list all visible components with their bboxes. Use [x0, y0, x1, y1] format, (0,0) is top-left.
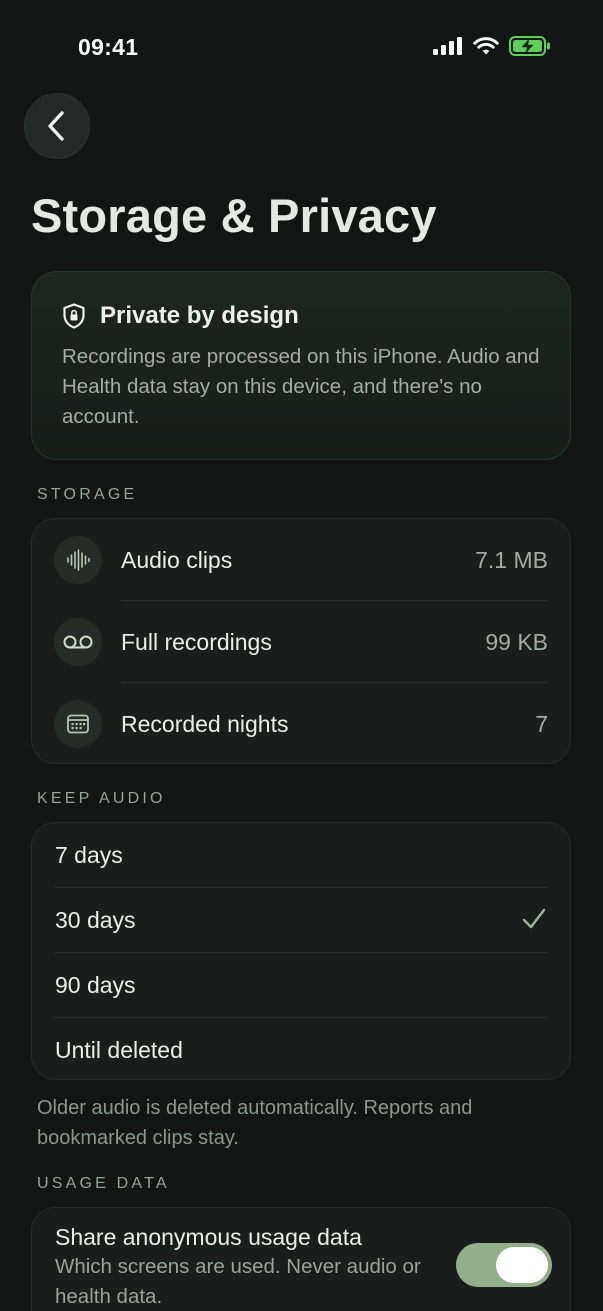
usage-data-card: Share anonymous usage data Which screens…: [31, 1207, 571, 1311]
row-icon-container: [54, 700, 102, 748]
usage-data-description: Which screens are used. Never audio or h…: [55, 1255, 421, 1308]
row-label: Audio clips: [121, 546, 233, 573]
usage-data-toggle[interactable]: [456, 1243, 552, 1287]
option-label: 7 days: [55, 842, 123, 868]
storage-row-full-recordings: Full recordings 99 KB: [32, 601, 570, 683]
row-icon-container: [54, 536, 102, 584]
row-value: 99 KB: [485, 628, 548, 655]
row-icon-container: [54, 618, 102, 666]
option-label: 90 days: [55, 972, 136, 998]
keep-audio-option-until-deleted[interactable]: Until deleted: [32, 1018, 570, 1079]
privacy-info-card: Private by design Recordings are process…: [31, 271, 571, 460]
privacy-card-header: Private by design: [62, 302, 542, 330]
keep-audio-option-30-days[interactable]: 30 days: [32, 888, 570, 953]
usage-data-title: Share anonymous usage data: [55, 1224, 362, 1250]
storage-row-recorded-nights: Recorded nights 7: [32, 683, 570, 763]
row-value: 7: [535, 710, 548, 737]
option-label: Until deleted: [55, 1037, 183, 1063]
toggle-knob: [496, 1247, 548, 1283]
keep-audio-option-90-days[interactable]: 90 days: [32, 953, 570, 1018]
storage-row-audio-clips: Audio clips 7.1 MB: [32, 519, 570, 601]
storage-section-label: STORAGE: [37, 486, 138, 503]
keep-audio-option-7-days[interactable]: 7 days: [32, 823, 570, 888]
wifi-icon: [473, 36, 499, 54]
storage-privacy-screen: 09:41 Storage & Privacy Private by desig…: [0, 0, 603, 1311]
keep-audio-section-label: KEEP AUDIO: [37, 790, 166, 807]
cellular-signal-icon: [433, 37, 462, 55]
keep-audio-footnote: Older audio is deleted automatically. Re…: [37, 1097, 473, 1149]
back-button[interactable]: [24, 93, 90, 159]
storage-list: Audio clips 7.1 MB Full recordings 99 KB: [31, 518, 571, 764]
keep-audio-options: 7 days 30 days 90 days Until deleted: [31, 822, 571, 1080]
status-icons: [433, 36, 551, 56]
usage-data-section-label: USAGE DATA: [37, 1175, 170, 1192]
calendar-icon: [67, 714, 89, 734]
row-value: 7.1 MB: [475, 546, 548, 573]
privacy-card-title: Private by design: [100, 302, 299, 329]
page-title: Storage & Privacy: [31, 189, 437, 242]
status-time: 09:41: [78, 34, 139, 60]
shield-lock-icon: [63, 303, 85, 329]
battery-charging-icon: [509, 36, 550, 56]
voicemail-icon: [63, 635, 93, 649]
status-bar: 09:41: [0, 0, 603, 90]
chevron-left-icon: [48, 111, 64, 141]
row-label: Recorded nights: [121, 710, 289, 737]
privacy-card-body: Recordings are processed on this iPhone.…: [62, 345, 540, 428]
checkmark-icon: [522, 908, 546, 929]
option-label: 30 days: [55, 907, 136, 933]
waveform-icon: [67, 549, 90, 571]
row-label: Full recordings: [121, 628, 272, 655]
